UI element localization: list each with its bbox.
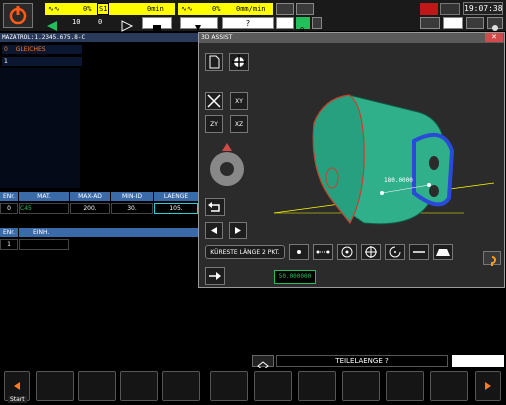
gear-status-icon[interactable] [276,3,294,15]
line-label: GLEICHES [15,46,46,53]
soft-key-6[interactable] [254,371,292,401]
two-point-icon[interactable] [313,244,333,260]
fit-view-icon[interactable] [205,92,223,110]
circle-center-icon[interactable] [337,244,357,260]
soft-key-9[interactable] [386,371,424,401]
tool-icon[interactable] [180,17,218,31]
program-line-0[interactable]: 0 GLEICHES [2,45,82,54]
header-laenge: LAENGE [154,192,198,201]
spindle-s1-label: S1 [97,3,110,15]
cell-mat[interactable]: C45 [19,203,69,214]
rotate-view-icon[interactable] [229,53,249,71]
start-label[interactable]: Start [8,396,27,403]
counter-indicator: 0 [296,17,310,34]
next-arrow-icon[interactable] [229,222,247,239]
soft-key-7[interactable] [298,371,336,401]
soft-key-1[interactable] [36,371,74,401]
view-xy-button[interactable]: XY [230,92,248,110]
cell-enr[interactable]: 0 [0,203,18,214]
unit-table: ENr. EINH. 1 [0,228,198,252]
header-mat: MAT. [19,192,69,201]
prompt-bar: TEILELAENGE ? [0,355,506,371]
close-icon[interactable]: ✕ [485,33,503,42]
feed-wave-icon: ∿∿ [48,5,60,13]
crosshair-icon[interactable] [361,244,381,260]
view-xz-button[interactable]: XZ [230,115,248,133]
arc-icon[interactable] [385,244,405,260]
cell-min-id[interactable]: 30. [111,203,153,214]
marker-pin-icon[interactable] [483,251,501,266]
view-orientation-cube[interactable] [206,143,248,187]
confirm-arrow-icon[interactable] [205,267,225,285]
input-icon [252,355,274,371]
prompt-text: TEILELAENGE ? [276,355,448,367]
dimension-label: 180.0000 [384,177,413,184]
mode-label-button[interactable]: KÜRESTE LÄNGE 2 PKT. [205,245,285,259]
play-left-icon[interactable] [45,17,59,31]
list-icon[interactable] [466,17,484,29]
emergency-icon [9,6,27,25]
spanner-icon[interactable] [443,17,463,29]
dialog-title-bar: 3D ASSIST [199,33,504,43]
help-button[interactable]: ? [222,17,274,29]
material-table: ENr. MAT. MAX-AD MIN-ID LAENGE 0 C45 200… [0,192,198,216]
settings-gear-icon[interactable] [487,17,503,31]
clock-display: 19:07:38 [463,2,503,15]
header-min-id: MIN-ID [111,192,153,201]
alarm-icon[interactable] [420,3,438,15]
3d-part-viewport[interactable]: 180.0000 [254,63,504,243]
program-title: MAZATROL:1.2345.675.8-C [2,34,86,41]
line-icon[interactable] [409,244,429,260]
soft-key-8[interactable] [342,371,380,401]
offset-number: 0 [98,18,103,26]
tool-number: 10 [72,18,81,26]
tool-setup-icon[interactable] [420,17,440,29]
machine-logo-button[interactable] [3,3,33,28]
soft-key-5[interactable] [210,371,248,401]
soft-key-4[interactable] [162,371,200,401]
cell-enr[interactable]: 1 [0,239,18,250]
view-zy-button[interactable]: ZY [205,115,223,133]
header-max-ad: MAX-AD [70,192,110,201]
new-file-icon[interactable] [205,53,223,71]
header-enr: ENr. [0,192,18,201]
prompt-input[interactable] [452,355,504,367]
screen-icon[interactable] [440,3,460,15]
soft-key-10[interactable] [430,371,468,401]
soft-key-3[interactable] [120,371,158,401]
dialog-title: 3D ASSIST [201,34,233,41]
program-list-area [0,68,80,188]
feed-percent: 0% [83,5,92,13]
feed-override-bar: ∿∿ 0% S1 0min [45,3,175,15]
3d-assist-dialog: 3D ASSIST ✕ XY ZY XZ 180.0000 KÜRESTE LÄ… [198,32,505,288]
line-number: 1 [4,58,8,65]
header-enr: ENr. [0,228,18,237]
spindle-percent: 0% [212,5,221,13]
spindle-rpm: 0min [147,5,164,13]
plane-icon[interactable] [433,244,453,260]
key-icon[interactable] [276,17,294,29]
play-right-icon[interactable] [120,17,134,32]
help-label: ? [245,19,251,28]
coolant-status-icon[interactable] [296,3,314,15]
door-icon[interactable] [142,17,172,32]
cell-einh[interactable] [19,239,69,250]
spindle-wave-icon: ∿∿ [181,5,193,13]
previous-arrow-icon[interactable] [205,222,223,239]
line-number: 0 [4,46,8,53]
header-einh: EINH. [19,228,198,237]
program-line-1[interactable]: 1 [2,57,82,66]
program-title-bar: MAZATROL:1.2345.675.8-C [0,33,198,42]
point-icon[interactable] [289,244,309,260]
page-right-button[interactable] [475,371,501,401]
spindle-override-bar: ∿∿ 0% 0mm/min [178,3,273,15]
undo-icon[interactable] [205,198,225,216]
measure-value-field[interactable]: 50.000000 [274,270,316,284]
feed-rate: 0mm/min [236,5,266,13]
soft-key-2[interactable] [78,371,116,401]
top-status-bar: ∿∿ 0% S1 0min ∿∿ 0% 0mm/min 10 0 ? 0 19:… [0,0,506,34]
cell-max-ad[interactable]: 200. [70,203,110,214]
cell-laenge[interactable]: 105. [154,203,198,214]
lamp-icon [312,17,322,29]
